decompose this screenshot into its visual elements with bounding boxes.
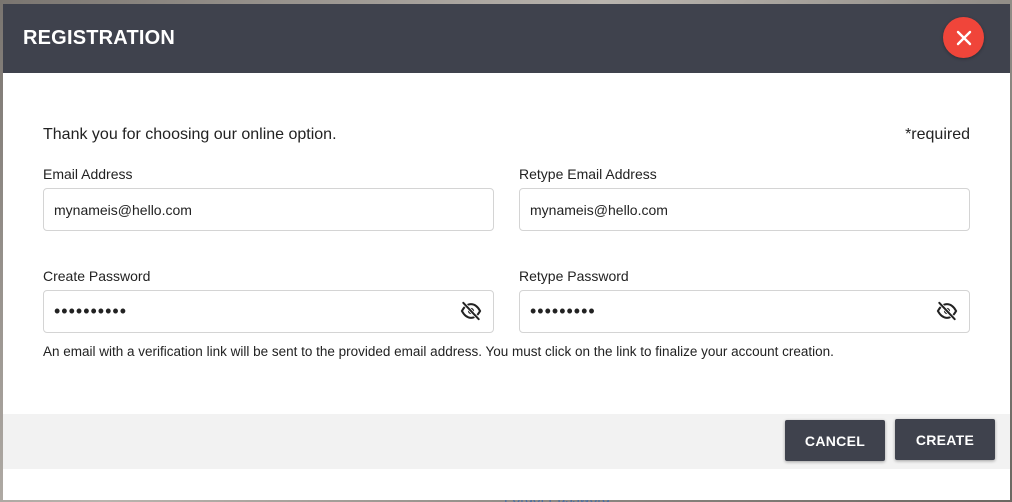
create-button[interactable]: CREATE: [895, 419, 995, 460]
cancel-button[interactable]: CANCEL: [785, 420, 885, 461]
password-field-wrapper: [43, 290, 494, 333]
password-label: Create Password: [43, 268, 151, 284]
verification-notice: An email with a verification link will b…: [43, 344, 834, 359]
dialog-footer: CANCEL CREATE: [3, 414, 1010, 469]
password-visibility-toggle[interactable]: [460, 301, 482, 321]
password-field[interactable]: [43, 290, 494, 333]
eye-off-icon: [936, 301, 958, 321]
email-field[interactable]: [43, 188, 494, 231]
close-icon: [956, 30, 971, 45]
retype-password-field[interactable]: [519, 290, 970, 333]
required-note: *required: [905, 126, 970, 143]
intro-text: Thank you for choosing our online option…: [43, 126, 337, 143]
retype-password-field-wrapper: [519, 290, 970, 333]
email-label: Email Address: [43, 166, 133, 182]
retype-email-field[interactable]: [519, 188, 970, 231]
retype-password-label: Retype Password: [519, 268, 629, 284]
dialog-title: REGISTRATION: [23, 27, 176, 49]
retype-password-visibility-toggle[interactable]: [936, 301, 958, 321]
registration-dialog: REGISTRATION Thank you for choosing our …: [3, 4, 1010, 500]
eye-off-icon: [460, 301, 482, 321]
retype-email-label: Retype Email Address: [519, 166, 657, 182]
dialog-header: REGISTRATION: [3, 4, 1010, 73]
close-button[interactable]: [943, 17, 984, 58]
